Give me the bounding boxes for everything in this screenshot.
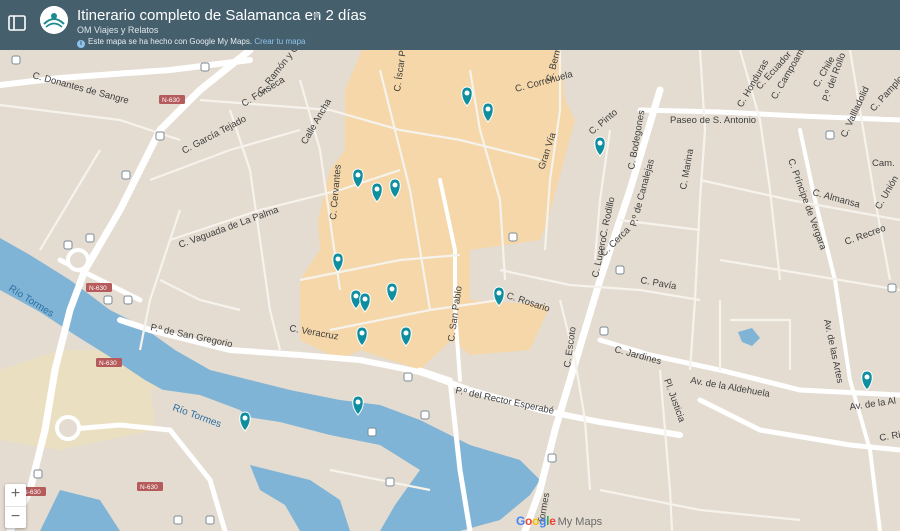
svg-text:N-630: N-630 <box>140 484 158 491</box>
street-label: Paseo de S. Antonio <box>670 115 756 126</box>
road-shield: N-630 <box>96 358 122 367</box>
bus-stop-icon <box>121 170 131 180</box>
road-shield: N-630 <box>137 482 163 491</box>
bus-stop-icon <box>508 232 518 242</box>
bus-stop-icon <box>63 240 73 250</box>
map-header: Itinerario completo de Salamanca en 2 dí… <box>0 0 900 50</box>
google-mymaps-logo: Google My Maps <box>516 514 602 528</box>
bus-stop-icon <box>11 55 21 65</box>
bus-stop-icon <box>205 515 215 525</box>
road-shield: N-630 <box>86 283 112 292</box>
map-canvas[interactable]: C. Donantes de Sangre C. Ramón y Cajal C… <box>0 50 900 531</box>
bus-stop-icon <box>155 131 165 141</box>
zoom-in-button[interactable]: + <box>5 484 26 505</box>
info-line: i Este mapa se ha hecho con Google My Map… <box>77 37 305 48</box>
bus-stop-icon <box>825 130 835 140</box>
zoom-out-button[interactable]: − <box>5 506 26 528</box>
info-icon: i <box>77 40 85 48</box>
google-logo: Google <box>516 514 556 528</box>
star-icon[interactable]: ★ <box>311 8 322 22</box>
road-shield: N-630 <box>159 95 185 104</box>
bus-stop-icon <box>420 410 430 420</box>
bus-stop-icon <box>200 62 210 72</box>
bus-stop-icon <box>85 233 95 243</box>
google-logo-letter: e <box>549 514 556 528</box>
bus-stop-icon <box>599 326 609 336</box>
svg-text:N-630: N-630 <box>99 360 117 367</box>
bus-stop-icon <box>123 295 133 305</box>
create-map-link[interactable]: Crear tu mapa <box>254 37 305 46</box>
bus-stop-icon <box>33 469 43 479</box>
bus-stop-icon <box>173 515 183 525</box>
author-logo-icon <box>40 6 68 34</box>
mymaps-logo-text: My Maps <box>557 516 603 528</box>
street-label: Cam. <box>872 158 895 169</box>
map-title: Itinerario completo de Salamanca en 2 dí… <box>77 7 367 24</box>
google-logo-letter: G <box>516 514 526 528</box>
map-author[interactable]: OM Viajes y Relatos <box>77 25 158 35</box>
info-text: Este mapa se ha hecho con Google My Maps… <box>88 37 253 46</box>
svg-text:N-630: N-630 <box>162 97 180 104</box>
bus-stop-icon <box>547 453 557 463</box>
sidebar-toggle-icon[interactable] <box>8 15 26 31</box>
bus-stop-icon <box>615 265 625 275</box>
bus-stop-icon <box>887 283 897 293</box>
zoom-control: + − <box>5 484 26 528</box>
bus-stop-icon <box>385 477 395 487</box>
bus-stop-icon <box>367 427 377 437</box>
svg-text:N-630: N-630 <box>89 285 107 292</box>
bus-stop-icon <box>103 295 113 305</box>
bus-stop-icon <box>403 372 413 382</box>
